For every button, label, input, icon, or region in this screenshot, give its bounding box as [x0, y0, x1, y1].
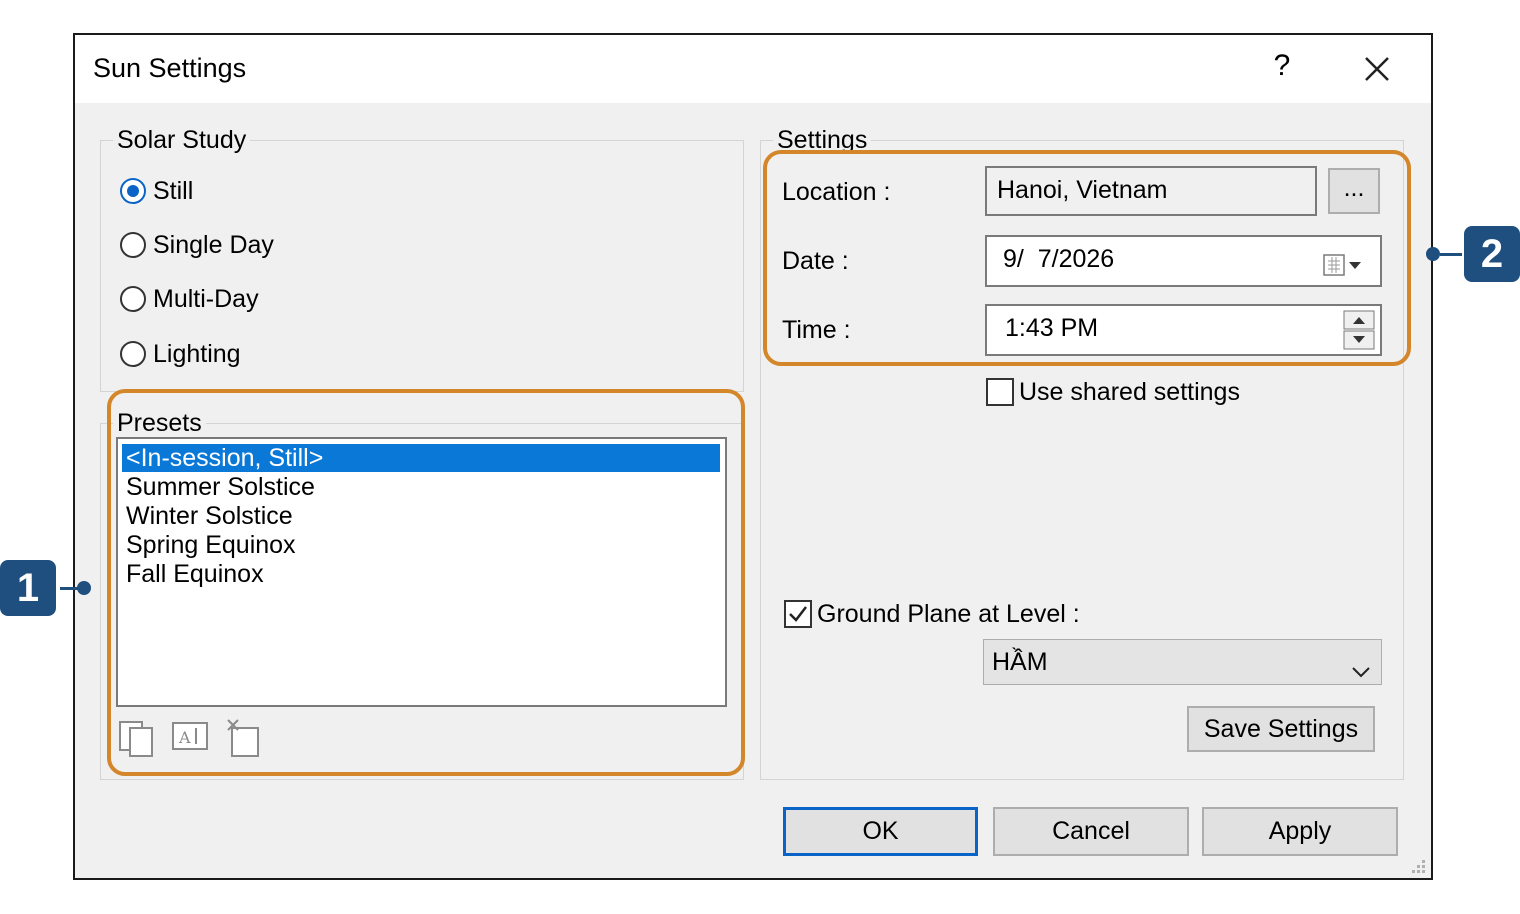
- callout-box-1: [107, 389, 745, 776]
- callout-dot-2: [1426, 247, 1440, 261]
- title-bar: Sun Settings ?: [75, 35, 1431, 103]
- radio-single-day-label: Single Day: [153, 231, 274, 259]
- radio-multi-day-label: Multi-Day: [153, 285, 259, 313]
- radio-still-label: Still: [153, 177, 194, 205]
- callout-leader-2: [1440, 253, 1462, 256]
- callout-leader-1: [60, 587, 78, 590]
- ok-button[interactable]: OK: [783, 807, 978, 856]
- solar-study-legend: Solar Study: [113, 126, 251, 155]
- callout-box-2: [763, 150, 1411, 366]
- apply-button[interactable]: Apply: [1202, 807, 1398, 856]
- close-icon[interactable]: [1357, 49, 1397, 89]
- radio-lighting[interactable]: [120, 341, 146, 367]
- dialog-title: Sun Settings: [93, 53, 247, 83]
- radio-still[interactable]: [120, 178, 146, 204]
- use-shared-settings-label: Use shared settings: [1019, 378, 1240, 406]
- callout-badge-1: 1: [0, 560, 56, 616]
- level-select[interactable]: HẦM: [983, 639, 1382, 685]
- radio-lighting-label: Lighting: [153, 340, 241, 368]
- ground-plane-checkbox[interactable]: [784, 600, 812, 628]
- radio-multi-day[interactable]: [120, 286, 146, 312]
- cancel-button[interactable]: Cancel: [993, 807, 1189, 856]
- ground-plane-label: Ground Plane at Level :: [817, 600, 1080, 628]
- radio-single-day[interactable]: [120, 232, 146, 258]
- resize-grip-icon[interactable]: [1408, 856, 1428, 881]
- level-value: HẦM: [992, 648, 1048, 676]
- chevron-down-icon: [1350, 652, 1372, 696]
- help-button[interactable]: ?: [1267, 49, 1297, 83]
- checkmark-icon: [789, 606, 807, 622]
- use-shared-settings-checkbox[interactable]: [986, 378, 1014, 406]
- callout-dot-1: [77, 581, 91, 595]
- save-settings-button[interactable]: Save Settings: [1187, 706, 1375, 752]
- callout-badge-2: 2: [1464, 226, 1520, 282]
